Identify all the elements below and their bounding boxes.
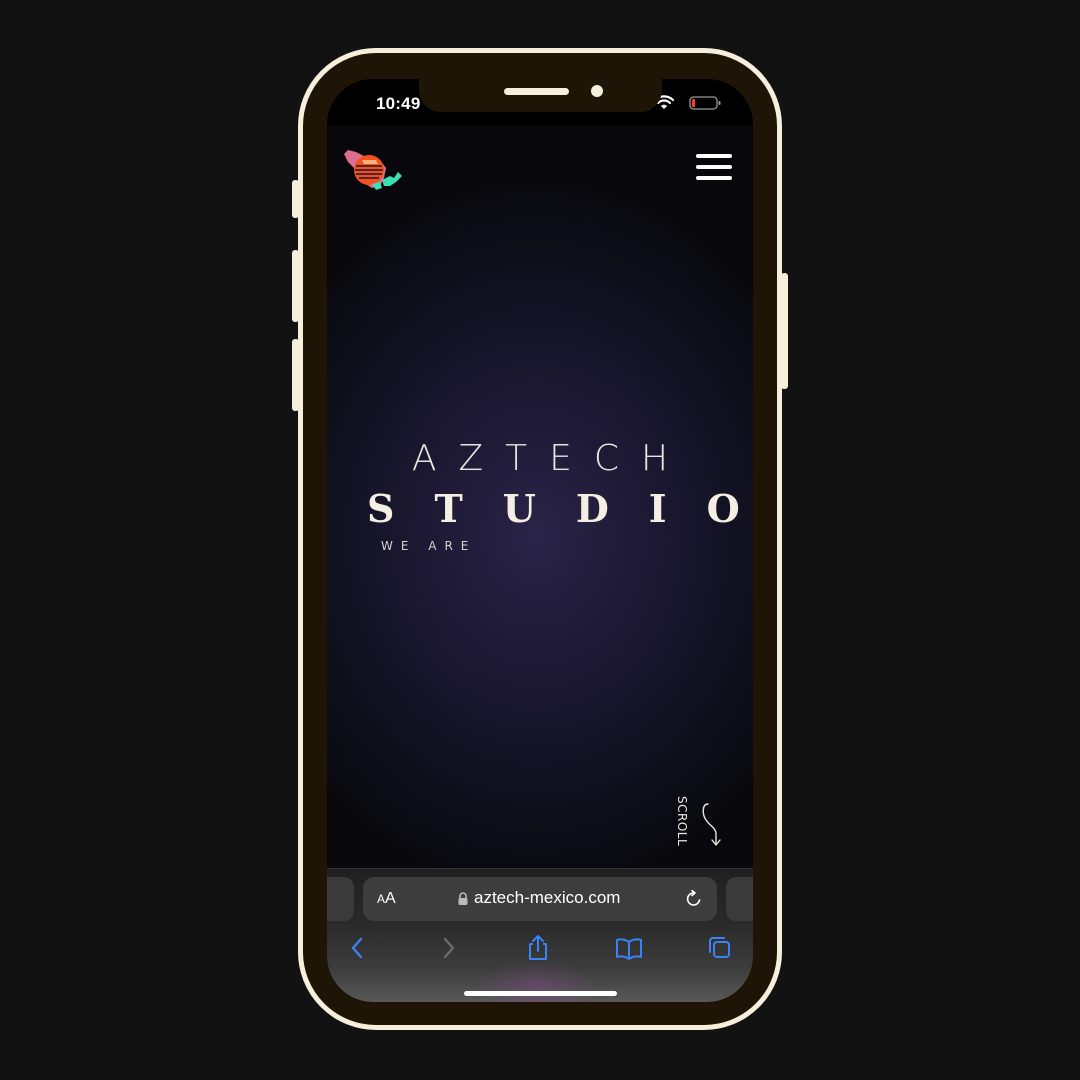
web-page: AZTECH STUDIO WE ARE SCROLL [327,126,753,869]
previous-tab-peek[interactable] [327,877,354,921]
menu-icon[interactable] [696,154,732,182]
safari-toolbar: AA aztech-mexico.com [327,868,753,1002]
lock-icon [457,892,469,911]
url-text[interactable]: aztech-mexico.com [474,888,620,908]
speaker-grille [504,88,569,95]
back-icon[interactable] [343,933,373,963]
next-tab-peek[interactable] [726,877,753,921]
battery-icon [689,96,721,110]
status-time: 10:49 [376,94,421,113]
scroll-arrow-icon[interactable] [700,800,726,853]
tabs-icon[interactable] [704,933,734,963]
hero-tagline: WE ARE [381,539,477,553]
share-icon[interactable] [523,933,553,963]
notch [419,79,662,112]
status-bar: 10:49 [327,79,753,126]
home-indicator[interactable] [464,991,617,996]
forward-icon[interactable] [433,933,463,963]
front-camera [591,85,603,97]
address-bar[interactable]: AA aztech-mexico.com [363,877,717,921]
logo-icon[interactable] [342,148,404,199]
text-size-button[interactable]: AA [377,890,396,908]
bookmarks-icon[interactable] [614,933,644,963]
scroll-label[interactable]: SCROLL [675,796,689,846]
hero-title-studio: STUDIO [367,486,753,531]
phone-screen: 10:49 AZTECH STUDIO WE ARE SCROLL AA azt… [327,79,753,1002]
power-button [781,273,788,389]
reload-icon[interactable] [685,889,703,913]
hero-title-aztech: AZTECH [411,438,691,479]
